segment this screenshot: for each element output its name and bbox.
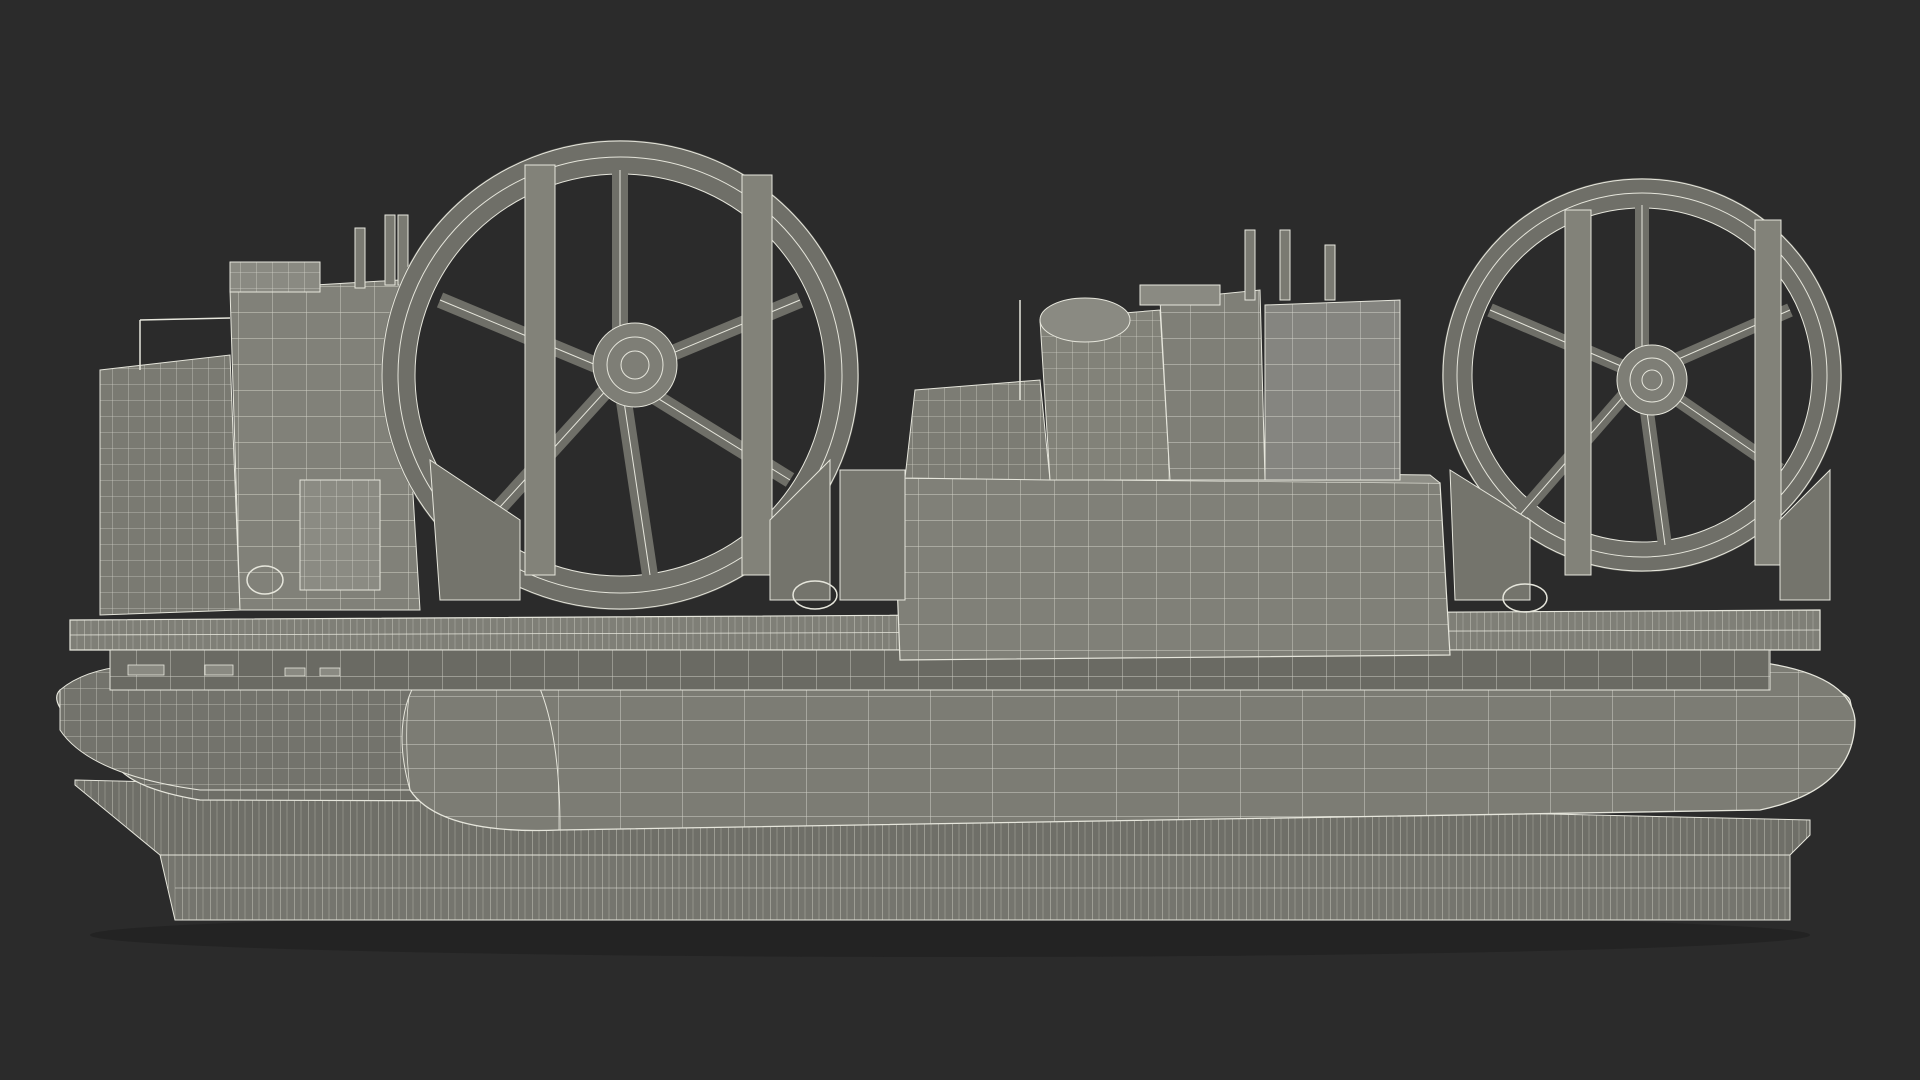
- hovercraft-render: [56, 140, 1856, 957]
- bow-ramp: [892, 469, 1451, 661]
- left-superstructure: [99, 214, 421, 616]
- render-viewport: [0, 0, 1920, 1080]
- left-fan: [381, 140, 859, 610]
- right-fan: [1442, 178, 1842, 601]
